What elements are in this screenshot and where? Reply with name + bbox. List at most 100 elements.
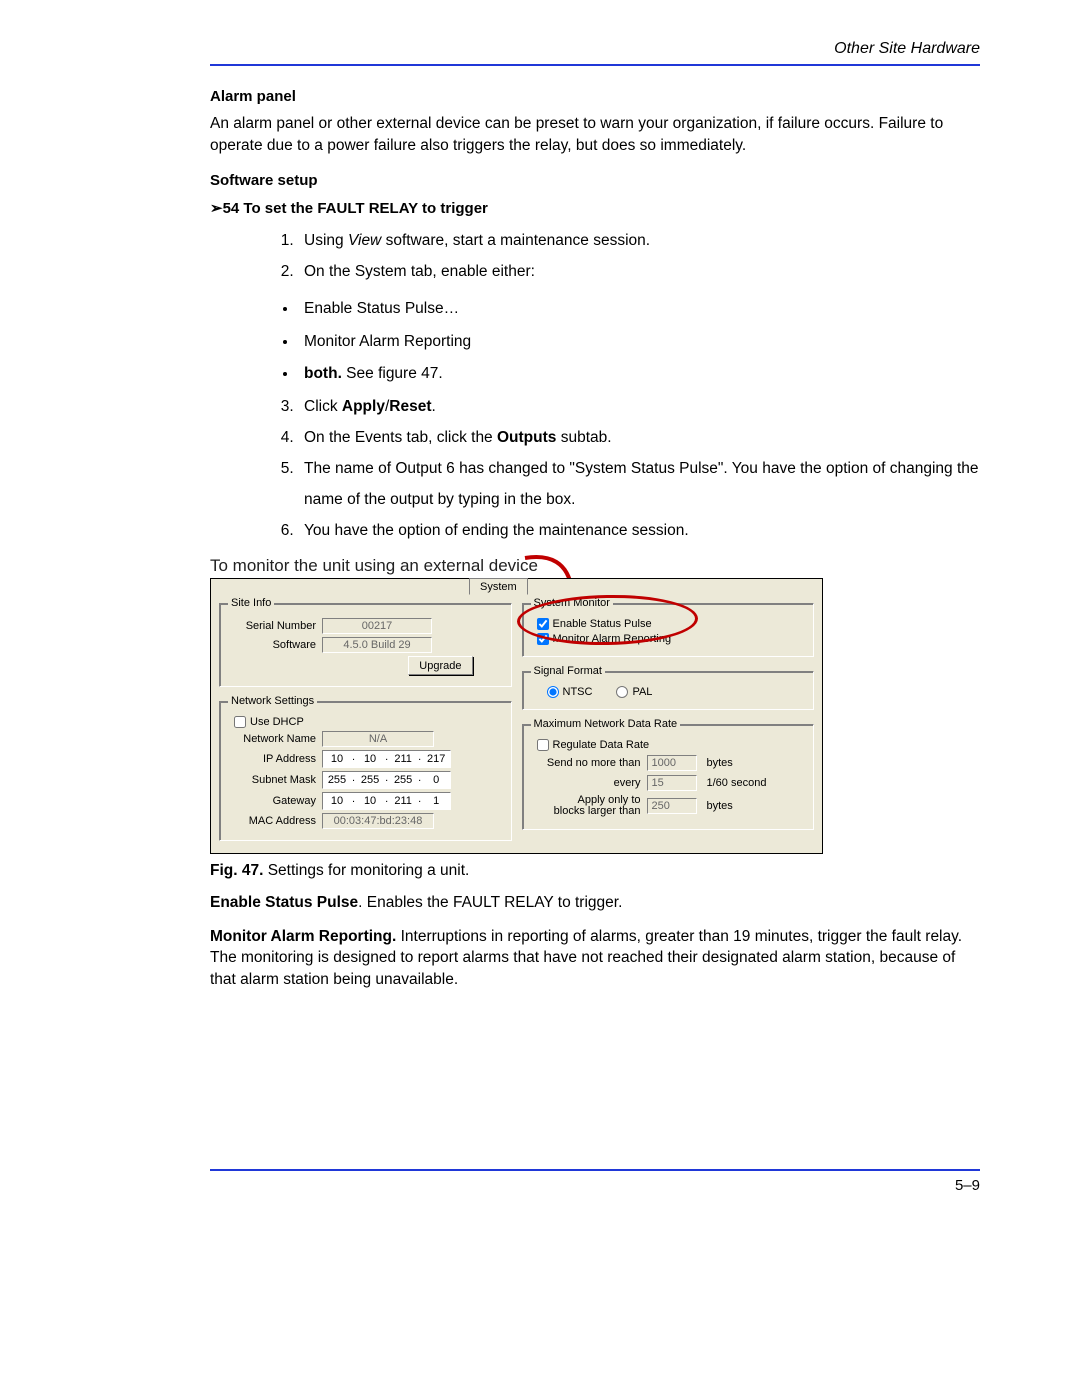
gw-seg-1[interactable] bbox=[323, 793, 351, 809]
step-4-c: subtab. bbox=[556, 429, 611, 446]
label-send-no-more-than: Send no more than bbox=[531, 757, 647, 769]
step-3: Click Apply/Reset. bbox=[298, 391, 980, 422]
label-serial-number: Serial Number bbox=[228, 620, 322, 632]
gw-seg-2[interactable] bbox=[356, 793, 384, 809]
label-mac-address: MAC Address bbox=[228, 815, 322, 827]
use-dhcp-checkbox[interactable] bbox=[234, 716, 246, 728]
label-regulate-data-rate: Regulate Data Rate bbox=[553, 739, 650, 751]
ntsc-radio[interactable] bbox=[547, 686, 559, 698]
bullet-both-tail: See figure 47. bbox=[342, 365, 443, 382]
bullet-both-bold: both. bbox=[304, 365, 342, 382]
step-4-outputs: Outputs bbox=[497, 429, 556, 446]
step-1-a: Using bbox=[304, 232, 348, 249]
label-apply-only-to: Apply only to blocks larger than bbox=[531, 795, 647, 817]
label-subnet-mask: Subnet Mask bbox=[228, 774, 322, 786]
legend-network-settings: Network Settings bbox=[228, 695, 317, 707]
mac-address-field bbox=[322, 813, 434, 829]
send-bytes-field bbox=[647, 755, 697, 771]
upgrade-button[interactable]: Upgrade bbox=[408, 656, 472, 675]
every-field bbox=[647, 775, 697, 791]
blocks-larger-field bbox=[647, 798, 697, 814]
step-3-a: Click bbox=[304, 398, 342, 415]
step-3-reset: Reset bbox=[389, 398, 431, 415]
bottom-rule bbox=[210, 1169, 980, 1171]
heading-software-setup: Software setup bbox=[210, 172, 980, 189]
unit-every: 1/60 second bbox=[697, 777, 767, 789]
label-gateway: Gateway bbox=[228, 795, 322, 807]
label-ntsc: NTSC bbox=[563, 686, 593, 698]
procedure-list: Using View software, start a maintenance… bbox=[210, 225, 980, 287]
figure-47: To monitor the unit using an external de… bbox=[210, 556, 980, 854]
figure-overline: To monitor the unit using an external de… bbox=[210, 556, 980, 576]
heading-alarm-panel: Alarm panel bbox=[210, 88, 980, 105]
figure-caption-text: Settings for monitoring a unit. bbox=[263, 862, 469, 879]
monitor-alarm-reporting-paragraph: Monitor Alarm Reporting. Interruptions i… bbox=[210, 926, 980, 991]
step-2: On the System tab, enable either: bbox=[298, 256, 980, 287]
ip-seg-3[interactable] bbox=[389, 751, 417, 767]
figure-caption: Fig. 47. Settings for monitoring a unit. bbox=[210, 862, 980, 880]
step-1-view: View bbox=[348, 232, 381, 249]
ip-seg-4[interactable] bbox=[422, 751, 450, 767]
page-number: 5–9 bbox=[210, 1175, 980, 1194]
step-3-apply: Apply bbox=[342, 398, 385, 415]
label-network-name: Network Name bbox=[228, 733, 322, 745]
step-1-b: software, start a maintenance session. bbox=[381, 232, 650, 249]
label-enable-status-pulse: Enable Status Pulse bbox=[553, 618, 652, 630]
step-4: On the Events tab, click the Outputs sub… bbox=[298, 422, 980, 453]
step-2-bullets: Enable Status Pulse… Monitor Alarm Repor… bbox=[210, 293, 980, 391]
mask-seg-1[interactable] bbox=[323, 772, 351, 788]
label-ip-address: IP Address bbox=[228, 753, 322, 765]
step-4-a: On the Events tab, click the bbox=[304, 429, 497, 446]
groupbox-site-info: Site Info Serial Number Software Upgrade bbox=[219, 597, 512, 687]
bullet-both: both. See figure 47. bbox=[298, 358, 980, 391]
software-version-field bbox=[322, 637, 432, 653]
procedure-heading: ➢54 To set the FAULT RELAY to trigger bbox=[210, 199, 980, 217]
label-monitor-alarm-reporting: Monitor Alarm Reporting bbox=[553, 633, 672, 645]
step-1: Using View software, start a maintenance… bbox=[298, 225, 980, 256]
gw-seg-4[interactable] bbox=[422, 793, 450, 809]
legend-site-info: Site Info bbox=[228, 597, 274, 609]
ip-seg-2[interactable] bbox=[356, 751, 384, 767]
mar-bold: Monitor Alarm Reporting. bbox=[210, 928, 396, 945]
alarm-panel-paragraph: An alarm panel or other external device … bbox=[210, 113, 980, 156]
legend-signal-format: Signal Format bbox=[531, 665, 605, 677]
procedure-list-cont: Click Apply/Reset. On the Events tab, cl… bbox=[210, 391, 980, 546]
serial-number-field bbox=[322, 618, 432, 634]
label-use-dhcp: Use DHCP bbox=[250, 716, 304, 728]
legend-system-monitor: System Monitor bbox=[531, 597, 613, 609]
network-name-field bbox=[322, 731, 434, 747]
regulate-data-rate-checkbox[interactable] bbox=[537, 739, 549, 751]
step-5: The name of Output 6 has changed to "Sys… bbox=[298, 453, 980, 515]
mask-seg-4[interactable] bbox=[422, 772, 450, 788]
gw-seg-3[interactable] bbox=[389, 793, 417, 809]
tab-system[interactable]: System bbox=[469, 578, 528, 595]
label-pal: PAL bbox=[632, 686, 652, 698]
unit-bytes-1: bytes bbox=[697, 757, 733, 769]
top-rule bbox=[210, 64, 980, 66]
bullet-enable-status-pulse: Enable Status Pulse… bbox=[298, 293, 980, 326]
figure-overline-text: To monitor the unit using an external de… bbox=[210, 556, 538, 575]
mask-seg-2[interactable] bbox=[356, 772, 384, 788]
label-software: Software bbox=[228, 639, 322, 651]
label-every: every bbox=[531, 777, 647, 789]
legend-max-data-rate: Maximum Network Data Rate bbox=[531, 718, 681, 730]
step-3-dot: . bbox=[431, 398, 435, 415]
pal-radio[interactable] bbox=[616, 686, 628, 698]
groupbox-signal-format: Signal Format NTSC PAL bbox=[522, 665, 815, 710]
enable-status-pulse-paragraph: Enable Status Pulse. Enables the FAULT R… bbox=[210, 892, 980, 914]
unit-bytes-2: bytes bbox=[697, 800, 733, 812]
running-header: Other Site Hardware bbox=[210, 40, 980, 58]
groupbox-system-monitor: System Monitor Enable Status Pulse Monit… bbox=[522, 597, 815, 657]
figure-caption-label: Fig. 47. bbox=[210, 862, 263, 879]
monitor-alarm-reporting-checkbox[interactable] bbox=[537, 633, 549, 645]
bullet-monitor-alarm-reporting: Monitor Alarm Reporting bbox=[298, 326, 980, 359]
ip-seg-1[interactable] bbox=[323, 751, 351, 767]
system-panel: System Site Info Serial Number Software bbox=[210, 578, 823, 854]
esp-bold: Enable Status Pulse bbox=[210, 894, 358, 911]
enable-status-pulse-checkbox[interactable] bbox=[537, 618, 549, 630]
groupbox-max-data-rate: Maximum Network Data Rate Regulate Data … bbox=[522, 718, 815, 830]
mask-seg-3[interactable] bbox=[389, 772, 417, 788]
esp-tail: . Enables the FAULT RELAY to trigger. bbox=[358, 894, 622, 911]
groupbox-network-settings: Network Settings Use DHCP Network Name I… bbox=[219, 695, 512, 841]
label-apply-line2: blocks larger than bbox=[554, 805, 641, 817]
